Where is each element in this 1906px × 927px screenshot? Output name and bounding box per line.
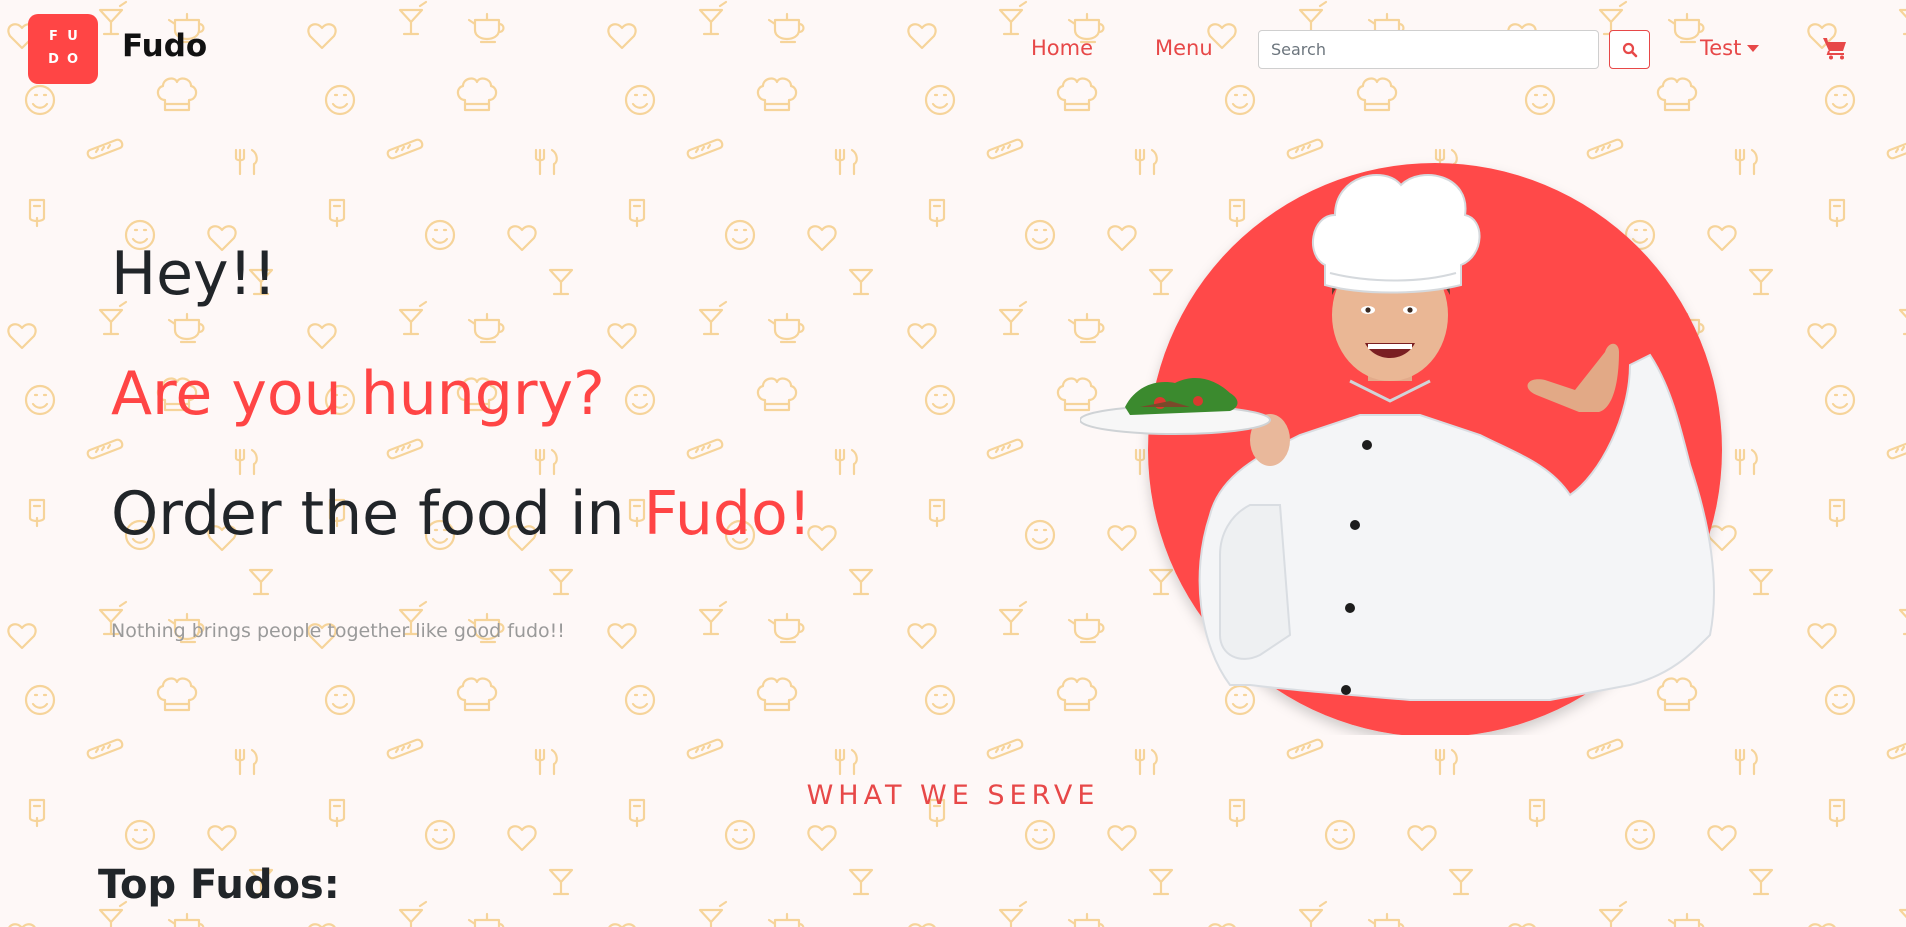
hero-order-prefix: Order the food in: [111, 479, 644, 549]
hero-greeting: Hey!!: [111, 239, 277, 309]
logo-letter: O: [66, 52, 79, 67]
search-icon: [1622, 42, 1637, 57]
nav-menu-link[interactable]: Menu: [1155, 36, 1213, 60]
hero-question: Are you hungry?: [111, 359, 605, 429]
section-heading: Top Fudos:: [98, 862, 340, 908]
section-kicker: WHAT WE SERVE: [806, 780, 1100, 811]
cart-icon[interactable]: [1822, 36, 1848, 60]
logo[interactable]: F U D O: [28, 14, 98, 84]
hero-order-brand: Fudo!: [643, 479, 812, 549]
nav-home-link[interactable]: Home: [1031, 36, 1093, 60]
brand-name[interactable]: Fudo: [122, 28, 207, 64]
logo-letter: F: [49, 29, 58, 44]
chevron-down-icon: [1747, 44, 1760, 52]
search-input[interactable]: [1258, 30, 1599, 69]
chef-image: [1080, 163, 1722, 735]
user-menu-dropdown[interactable]: Test: [1700, 36, 1760, 60]
hero-order-line: Order the food in Fudo!: [111, 484, 812, 544]
hero-tagline: Nothing brings people together like good…: [111, 620, 565, 642]
logo-letter: U: [67, 29, 78, 44]
logo-letter: D: [48, 52, 59, 67]
user-menu-label: Test: [1700, 36, 1742, 60]
search-button[interactable]: [1609, 30, 1650, 69]
